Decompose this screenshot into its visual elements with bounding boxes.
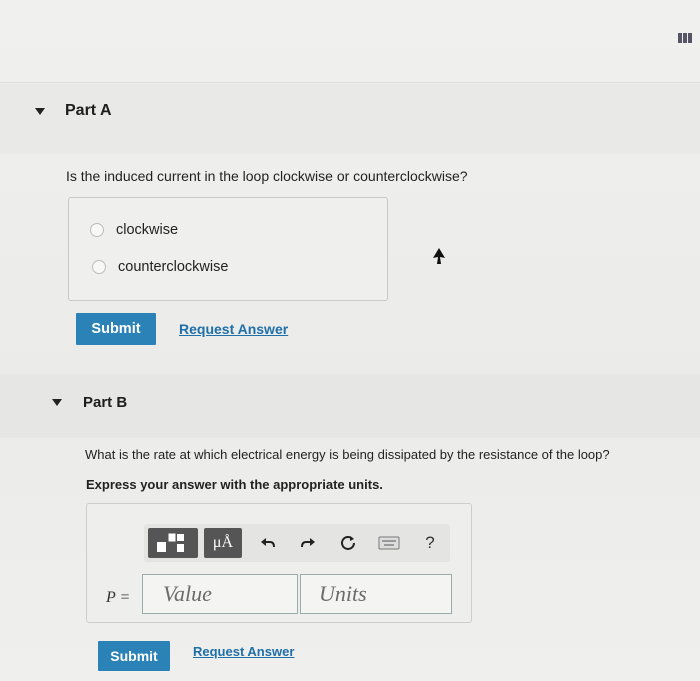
part-b-request-answer-link[interactable]: Request Answer bbox=[193, 644, 294, 659]
grid-icon[interactable] bbox=[678, 33, 694, 43]
units-input[interactable]: Units bbox=[300, 574, 452, 614]
option-label: counterclockwise bbox=[118, 259, 229, 275]
units-icon[interactable]: μÅ bbox=[204, 528, 242, 558]
part-b-instruction: Express your answer with the appropriate… bbox=[86, 477, 383, 492]
part-b-question: What is the rate at which electrical ene… bbox=[85, 447, 610, 462]
collapse-caret-icon[interactable] bbox=[52, 399, 62, 406]
part-b-header[interactable]: Part B bbox=[0, 374, 700, 438]
radio-icon[interactable] bbox=[92, 260, 106, 274]
part-a-title: Part A bbox=[65, 102, 112, 119]
mouse-cursor-icon bbox=[433, 248, 445, 264]
variable-label: P = bbox=[106, 589, 131, 606]
option-label: clockwise bbox=[116, 222, 179, 238]
option-counterclockwise[interactable]: counterclockwise bbox=[92, 259, 228, 275]
undo-icon[interactable] bbox=[256, 528, 280, 558]
part-a-request-answer-link[interactable]: Request Answer bbox=[179, 321, 288, 337]
reset-icon[interactable] bbox=[336, 528, 360, 558]
part-a-header[interactable]: Part A bbox=[0, 84, 700, 154]
value-input[interactable]: Value bbox=[142, 574, 298, 614]
redo-icon[interactable] bbox=[296, 528, 320, 558]
divider bbox=[0, 82, 700, 83]
part-a-question: Is the induced current in the loop clock… bbox=[66, 168, 468, 184]
part-b-title: Part B bbox=[83, 394, 128, 411]
answer-options bbox=[68, 197, 388, 301]
part-a-submit-button[interactable]: Submit bbox=[76, 313, 156, 345]
option-clockwise[interactable]: clockwise bbox=[90, 222, 178, 238]
part-b-submit-button[interactable]: Submit bbox=[98, 641, 170, 671]
radio-icon[interactable] bbox=[90, 223, 104, 237]
templates-icon[interactable] bbox=[148, 528, 198, 558]
keyboard-icon[interactable] bbox=[376, 528, 402, 558]
collapse-caret-icon[interactable] bbox=[35, 108, 45, 115]
help-icon[interactable]: ? bbox=[420, 528, 440, 558]
